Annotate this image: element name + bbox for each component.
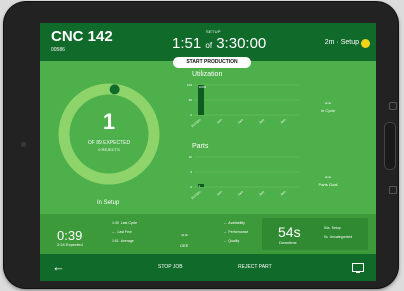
last-few-value: --- (112, 230, 116, 234)
parts-y-tick: 10 (189, 155, 193, 159)
utilization-y-tick: 100 (187, 83, 192, 87)
in-cycle-label: In Cycle (320, 108, 336, 113)
average-stat: 1:51 Average (112, 239, 134, 243)
machine-code: 00586 (51, 47, 65, 53)
availability-stat: -- Availability (224, 221, 245, 225)
utilization-x-tick: 3am (258, 117, 265, 124)
status-text: 2m · Setup (324, 39, 359, 46)
state-label: In Setup (97, 200, 120, 206)
quality-label: Quality (228, 239, 240, 243)
average-label: Average (120, 239, 134, 243)
in-cycle-value: -- (324, 98, 332, 109)
elapsed-time: 1:51 (172, 35, 202, 52)
parts-x-tick: 10:13pm (190, 189, 202, 200)
utilization-x-tick: 4am (279, 117, 286, 124)
downtime-value: 54s (278, 224, 301, 240)
average-value: 1:51 (112, 239, 119, 243)
setup-downtime-value: 54s (324, 226, 330, 230)
utilization-x-tick: 10:13pm (190, 117, 202, 128)
last-few-label: Last Few (117, 230, 132, 234)
quality-value: -- (224, 239, 227, 243)
ring-progress-marker (109, 84, 120, 95)
camera-icon (21, 142, 26, 147)
header-bar: CNC 142 00586 SETUP 1:51 of 3:30:00 2m ·… (40, 23, 376, 61)
oee-value: -- (181, 229, 189, 241)
parts-goal-label: Parts Goal (318, 182, 338, 187)
phase-label: SETUP (206, 29, 221, 34)
performance-label: Performance (228, 230, 249, 234)
parts-x-tick: 3am (258, 189, 265, 196)
back-hardware-icon[interactable] (389, 102, 397, 110)
performance-value: -- (224, 230, 227, 234)
last-cycle-stat: 1:30 Last Cycle (112, 221, 137, 225)
utilization-chart: 100 50 010:13pm 1am 2am 3am 4am 100% (187, 83, 300, 128)
machine-name: CNC 142 (51, 28, 113, 45)
display-icon[interactable] (352, 263, 364, 273)
utilization-y-tick: 50 (189, 98, 193, 102)
recent-apps-icon[interactable] (389, 186, 397, 194)
setup-downtime-label: Setup (331, 226, 341, 230)
availability-value: -- (224, 221, 227, 225)
utilization-y-tick: 0 (190, 113, 192, 117)
parts-x-tick: 2am (237, 189, 244, 196)
rejects-text: 0 REJECTS (98, 147, 120, 152)
utilization-data-label: 100% (199, 85, 207, 89)
action-bar: ← STOP JOB REJECT PART (40, 254, 376, 281)
parts-y-tick: 0 (190, 185, 192, 189)
tablet-frame: CNC 142 00586 SETUP 1:51 of 3:30:00 2m ·… (4, 2, 398, 288)
setup-timer: 1:51 of 3:30:00 (172, 35, 266, 52)
parts-goal-metric: -- Parts Goal (308, 172, 348, 188)
performance-stat: -- Performance (224, 230, 248, 234)
oee-label: OEE (180, 243, 189, 248)
cycle-time: 0:39 (57, 228, 83, 243)
stop-job-button[interactable]: STOP JOB (158, 264, 183, 270)
home-button[interactable] (384, 122, 396, 170)
part-counter: 1 OF 89 EXPECTED 0 REJECTS (56, 81, 162, 187)
of-word: of (205, 41, 213, 50)
parts-chart: 105010:13pm 1am 2am 3am 4am1 (189, 155, 300, 200)
utilization-x-tick: 1am (216, 117, 223, 124)
start-production-button[interactable]: START PRODUCTION (173, 57, 251, 68)
utilization-title: Utilization (192, 71, 223, 78)
status-dot-icon (361, 39, 370, 48)
uncategorized-downtime-value: 0s (324, 235, 328, 239)
quality-stat: -- Quality (224, 239, 239, 243)
target-time: 3:30:00 (216, 35, 267, 52)
parts-goal-value: -- (324, 172, 332, 183)
availability-label: Availability (228, 221, 245, 225)
setup-downtime-stat: 54s Setup (324, 226, 341, 230)
uncategorized-downtime-label: Uncategorized (329, 235, 353, 239)
utilization-x-tick: 2am (237, 117, 244, 124)
parts-x-tick: 1am (216, 189, 223, 196)
expected-text: OF 89 EXPECTED (87, 140, 131, 146)
uncategorized-downtime-stat: 0s Uncategorized (324, 235, 352, 239)
back-arrow-icon[interactable]: ← (52, 260, 65, 273)
last-cycle-value: 1:30 (112, 221, 119, 225)
in-cycle-metric: -- In Cycle (308, 98, 348, 114)
last-cycle-label: Last Cycle (120, 221, 138, 225)
last-few-stat: --- Last Few (112, 230, 132, 234)
parts-title: Parts (192, 143, 209, 150)
downtime-label: Downtime (279, 240, 297, 245)
downtime-panel[interactable]: 54s Downtime 54s Setup 0s Uncategorized (262, 218, 368, 250)
stats-bar: 0:39 2:24 Expected 1:30 Last Cycle --- L… (40, 214, 376, 254)
reject-part-button[interactable]: REJECT PART (238, 264, 272, 270)
part-count: 1 (102, 109, 116, 134)
parts-x-tick: 4am (279, 189, 286, 196)
parts-y-tick: 5 (190, 170, 192, 174)
app-screen: CNC 142 00586 SETUP 1:51 of 3:30:00 2m ·… (40, 23, 376, 281)
utilization-bar (198, 85, 204, 115)
cycle-expected: 2:24 Expected (57, 242, 83, 247)
